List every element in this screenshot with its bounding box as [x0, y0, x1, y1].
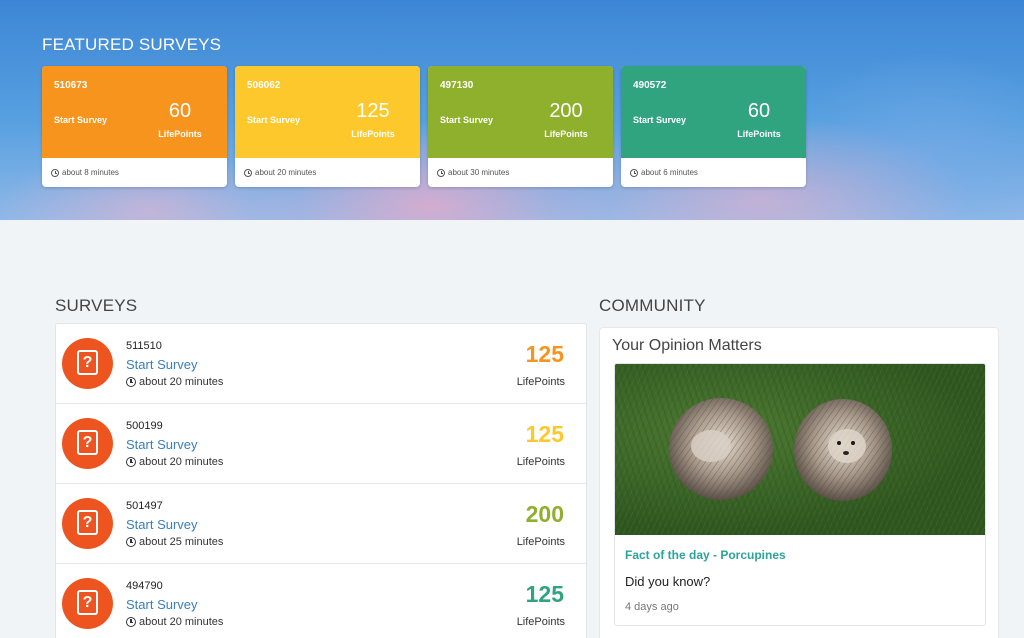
- survey-points-unit: LifePoints: [516, 456, 565, 468]
- community-card: Your Opinion Matters Fact of the day - P…: [599, 327, 999, 638]
- featured-card-footer: about 8 minutes: [42, 158, 227, 187]
- featured-banner: FEATURED SURVEYS 510673 Start Survey 60 …: [0, 0, 1024, 220]
- start-survey-link[interactable]: Start Survey: [126, 437, 198, 452]
- featured-points: 60: [747, 100, 771, 122]
- survey-list: ? 511510 Start Survey about 20 minutes 1…: [55, 323, 587, 638]
- featured-points: 125: [356, 100, 390, 122]
- featured-card[interactable]: 490572 Start Survey 60 LifePoints about …: [621, 66, 806, 187]
- survey-duration: about 20 minutes: [126, 616, 223, 628]
- survey-points: 200: [525, 501, 564, 527]
- survey-id: 494790: [126, 580, 163, 592]
- featured-points: 200: [549, 100, 583, 122]
- survey-points-unit: LifePoints: [516, 376, 565, 388]
- article-card[interactable]: Fact of the day - Porcupines Did you kno…: [614, 363, 986, 626]
- survey-time: about 20 minutes: [139, 376, 224, 388]
- question-icon: ?: [62, 418, 113, 469]
- survey-id: 511510: [126, 340, 162, 352]
- article-lead: Did you know?: [625, 574, 711, 589]
- survey-duration: about 20 minutes: [126, 376, 223, 388]
- survey-row[interactable]: ? 494790 Start Survey about 20 minutes 1…: [56, 564, 586, 638]
- survey-time: about 20 minutes: [139, 616, 224, 628]
- survey-duration: about 25 minutes: [126, 536, 223, 548]
- featured-time: about 6 minutes: [641, 168, 698, 177]
- featured-points-unit: LifePoints: [158, 129, 202, 139]
- start-survey-link[interactable]: Start Survey: [633, 115, 686, 125]
- article-date: 4 days ago: [625, 601, 679, 613]
- featured-card-top[interactable]: 497130 Start Survey 200 LifePoints: [428, 66, 613, 158]
- survey-points: 125: [525, 421, 564, 447]
- survey-points-unit: LifePoints: [516, 616, 565, 628]
- survey-time: about 25 minutes: [139, 536, 224, 548]
- featured-card[interactable]: 497130 Start Survey 200 LifePoints about…: [428, 66, 613, 187]
- featured-survey-id: 490572: [633, 80, 667, 91]
- featured-survey-id: 510673: [54, 80, 88, 91]
- featured-card-footer: about 30 minutes: [428, 158, 613, 187]
- survey-row[interactable]: ? 500199 Start Survey about 20 minutes 1…: [56, 404, 586, 484]
- featured-time: about 8 minutes: [62, 168, 119, 177]
- featured-card-footer: about 6 minutes: [621, 158, 806, 187]
- survey-points: 125: [525, 341, 564, 367]
- question-icon: ?: [62, 338, 113, 389]
- featured-points-unit: LifePoints: [544, 129, 588, 139]
- featured-card-top[interactable]: 490572 Start Survey 60 LifePoints: [621, 66, 806, 158]
- featured-card[interactable]: 506062 Start Survey 125 LifePoints about…: [235, 66, 420, 187]
- article-title-link[interactable]: Fact of the day - Porcupines: [625, 548, 786, 562]
- featured-time: about 20 minutes: [255, 168, 317, 177]
- featured-card-top[interactable]: 510673 Start Survey 60 LifePoints: [42, 66, 227, 158]
- survey-points-unit: LifePoints: [516, 536, 565, 548]
- start-survey-link[interactable]: Start Survey: [247, 115, 300, 125]
- survey-points: 125: [525, 581, 564, 607]
- start-survey-link[interactable]: Start Survey: [440, 115, 493, 125]
- clock-icon: [126, 457, 136, 467]
- survey-id: 501497: [126, 500, 163, 512]
- featured-time: about 30 minutes: [448, 168, 510, 177]
- start-survey-link[interactable]: Start Survey: [126, 357, 198, 372]
- clock-icon: [437, 168, 445, 177]
- clock-icon: [126, 537, 136, 547]
- featured-points-unit: LifePoints: [351, 129, 395, 139]
- community-section-title: COMMUNITY: [599, 296, 706, 315]
- community-card-title: Your Opinion Matters: [612, 337, 762, 354]
- survey-duration: about 20 minutes: [126, 456, 223, 468]
- featured-title: FEATURED SURVEYS: [42, 35, 222, 54]
- featured-points-unit: LifePoints: [737, 129, 781, 139]
- survey-time: about 20 minutes: [139, 456, 224, 468]
- survey-id: 500199: [126, 420, 163, 432]
- hedgehog-illustration: [669, 398, 892, 501]
- clock-icon: [126, 377, 136, 387]
- clock-icon: [630, 168, 638, 177]
- featured-survey-id: 497130: [440, 80, 474, 91]
- clock-icon: [244, 168, 252, 177]
- start-survey-link[interactable]: Start Survey: [126, 517, 198, 532]
- clock-icon: [126, 617, 136, 627]
- start-survey-link[interactable]: Start Survey: [126, 597, 198, 612]
- surveys-section-title: SURVEYS: [55, 296, 138, 315]
- featured-card-top[interactable]: 506062 Start Survey 125 LifePoints: [235, 66, 420, 158]
- featured-points: 60: [168, 100, 192, 122]
- survey-row[interactable]: ? 511510 Start Survey about 20 minutes 1…: [56, 324, 586, 404]
- featured-card[interactable]: 510673 Start Survey 60 LifePoints about …: [42, 66, 227, 187]
- featured-survey-id: 506062: [247, 80, 281, 91]
- start-survey-link[interactable]: Start Survey: [54, 115, 107, 125]
- featured-card-footer: about 20 minutes: [235, 158, 420, 187]
- survey-row[interactable]: ? 501497 Start Survey about 25 minutes 2…: [56, 484, 586, 564]
- question-icon: ?: [62, 578, 113, 629]
- clock-icon: [51, 168, 59, 177]
- question-icon: ?: [62, 498, 113, 549]
- hedgehog-photo[interactable]: [615, 364, 985, 535]
